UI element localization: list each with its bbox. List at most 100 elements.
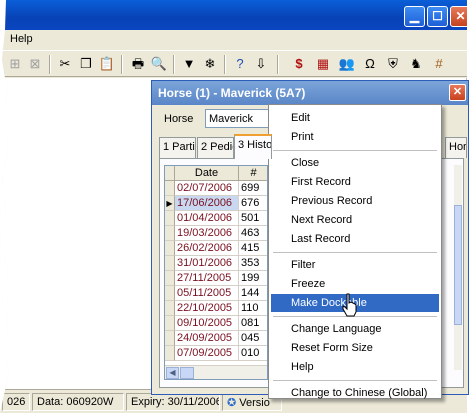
- maximize-icon: ☐: [432, 9, 443, 23]
- paste-icon[interactable]: 📋: [98, 55, 116, 73]
- hand-cursor-icon: [342, 293, 357, 317]
- form-title[interactable]: Horse (1) - Maverick (5A7): [152, 81, 468, 105]
- grid-cell-date[interactable]: 17/06/2006: [175, 196, 239, 211]
- context-menu: Edit Print Close First Record Previous Recor…: [268, 104, 442, 399]
- row-selector[interactable]: [165, 331, 175, 346]
- grid-cell-date[interactable]: 02/07/2006: [175, 181, 239, 196]
- row-selector[interactable]: [165, 256, 175, 271]
- grid-cell-number[interactable]: 010: [239, 346, 267, 361]
- menu-item-reset-form-size[interactable]: Reset Form Size: [271, 339, 439, 357]
- scroll-left-icon[interactable]: ◀: [166, 367, 179, 379]
- menu-item-filter[interactable]: Filter: [271, 256, 439, 274]
- grid-cell-number[interactable]: 353: [239, 256, 267, 271]
- row-selector[interactable]: [165, 271, 175, 286]
- filter-icon[interactable]: ▼: [180, 55, 198, 73]
- grid-cell-date[interactable]: 27/11/2005: [175, 271, 239, 286]
- grid-cell-number[interactable]: 415: [239, 241, 267, 256]
- menu-item-edit[interactable]: Edit: [271, 109, 439, 127]
- menu-item-next-record[interactable]: Next Record: [271, 211, 439, 229]
- horse-label: Horse: [164, 113, 194, 125]
- horizontal-scrollbar[interactable]: ◀: [165, 365, 267, 379]
- menu-item-change-to-chinese-global[interactable]: Change to Chinese (Global): [271, 384, 439, 402]
- grid-header-date: Date: [175, 166, 239, 181]
- freeze-icon[interactable]: ❄: [201, 55, 219, 73]
- grid-cell-number[interactable]: 699: [239, 181, 267, 196]
- grid-corner-cell: [165, 166, 175, 181]
- grid-cell-date[interactable]: 05/11/2005: [175, 286, 239, 301]
- grid-cell-date[interactable]: 24/09/2005: [175, 331, 239, 346]
- tab-history[interactable]: 3 Histo: [234, 134, 272, 159]
- menu-item-previous-record[interactable]: Previous Record: [271, 192, 439, 210]
- grid-cell-number[interactable]: 676: [239, 196, 267, 211]
- grid-cell-number[interactable]: 144: [239, 286, 267, 301]
- menu-bar: Help: [0, 30, 467, 50]
- row-selector-icon[interactable]: ▶: [165, 196, 175, 211]
- tab-particulars[interactable]: 1 Partic: [159, 137, 196, 158]
- row-selector[interactable]: [165, 346, 175, 361]
- calculator-icon[interactable]: ▦: [314, 55, 332, 73]
- grid-cell-date[interactable]: 31/01/2006: [175, 256, 239, 271]
- grid-cell-number[interactable]: 110: [239, 301, 267, 316]
- rider-icon[interactable]: ♞: [407, 55, 425, 73]
- horseshoe-icon[interactable]: Ω: [361, 55, 379, 73]
- menu-separator: [273, 150, 437, 151]
- menu-item-first-record[interactable]: First Record: [271, 173, 439, 191]
- grid-cell-number[interactable]: 045: [239, 331, 267, 346]
- menu-item-print[interactable]: Print: [271, 128, 439, 146]
- menu-item-close[interactable]: Close: [271, 154, 439, 172]
- grid-cell-date[interactable]: 22/10/2005: [175, 301, 239, 316]
- fence-icon[interactable]: #: [430, 55, 448, 73]
- menu-help[interactable]: Help: [10, 33, 33, 45]
- grid-cell-number[interactable]: 501: [239, 211, 267, 226]
- help-icon[interactable]: ?: [231, 55, 249, 73]
- close-button[interactable]: ✕: [450, 6, 467, 27]
- print-preview-icon[interactable]: 🔍: [150, 55, 168, 73]
- form-close-button[interactable]: ✕: [449, 84, 466, 101]
- grid-icon: ⊞: [9, 56, 21, 71]
- vertical-scrollbar[interactable]: [454, 165, 462, 370]
- cut-icon[interactable]: ✂: [56, 55, 74, 73]
- grid-cell-number[interactable]: 199: [239, 271, 267, 286]
- status-expiry: Expiry: 30/11/2006: [126, 393, 220, 411]
- tab-pedigree[interactable]: 2 Pedig: [197, 137, 234, 158]
- status-pane-id: 026: [2, 393, 30, 411]
- grid-cell-date[interactable]: 01/04/2006: [175, 211, 239, 226]
- scroll-thumb[interactable]: [454, 205, 462, 325]
- row-selector[interactable]: [165, 226, 175, 241]
- row-selector[interactable]: [165, 211, 175, 226]
- grid-cell-date[interactable]: 19/03/2006: [175, 226, 239, 241]
- toolbar: ⊞ ⊠ ✂ ❐ 📋 🖶 🔍 ▼ ❄ ? ⇩ $ ▦ 👥 Ω ⛨ ♞ #: [0, 50, 467, 77]
- close-icon: ✕: [455, 9, 466, 23]
- grid-cell-number[interactable]: 463: [239, 226, 267, 241]
- maximize-button[interactable]: ☐: [427, 6, 448, 27]
- delete-icon: ⊠: [29, 56, 41, 71]
- grid-cell-date[interactable]: 26/02/2006: [175, 241, 239, 256]
- menu-item-help[interactable]: Help: [271, 358, 439, 376]
- grid-cell-number[interactable]: 081: [239, 316, 267, 331]
- scroll-thumb[interactable]: [180, 367, 194, 379]
- version-icon: ✪: [227, 397, 237, 409]
- minimize-icon: ▁: [409, 9, 420, 23]
- horse-input[interactable]: [205, 109, 277, 128]
- tab-horse[interactable]: Hor: [445, 137, 467, 158]
- minimize-button[interactable]: ▁: [404, 6, 425, 27]
- grid-header-number: #: [239, 166, 267, 181]
- grid-cell-date[interactable]: 07/09/2005: [175, 346, 239, 361]
- menu-item-last-record[interactable]: Last Record: [271, 230, 439, 248]
- menu-separator: [273, 380, 437, 381]
- row-selector[interactable]: [165, 241, 175, 256]
- row-selector[interactable]: [165, 181, 175, 196]
- row-selector[interactable]: [165, 301, 175, 316]
- row-selector[interactable]: [165, 286, 175, 301]
- copy-icon[interactable]: ❐: [77, 55, 95, 73]
- history-grid[interactable]: Date #02/07/2006 699 ▶ 17/06/2006 676 01/04/20…: [164, 165, 268, 380]
- exit-icon[interactable]: ⇩: [252, 55, 270, 73]
- dollar-icon[interactable]: $: [290, 55, 308, 73]
- grid-cell-date[interactable]: 09/10/2005: [175, 316, 239, 331]
- print-icon[interactable]: 🖶: [129, 55, 147, 73]
- row-selector[interactable]: [165, 316, 175, 331]
- menu-item-change-language[interactable]: Change Language: [271, 320, 439, 338]
- shield-icon[interactable]: ⛨: [384, 55, 402, 73]
- people-icon[interactable]: 👥: [338, 55, 356, 73]
- menu-item-freeze[interactable]: Freeze: [271, 275, 439, 293]
